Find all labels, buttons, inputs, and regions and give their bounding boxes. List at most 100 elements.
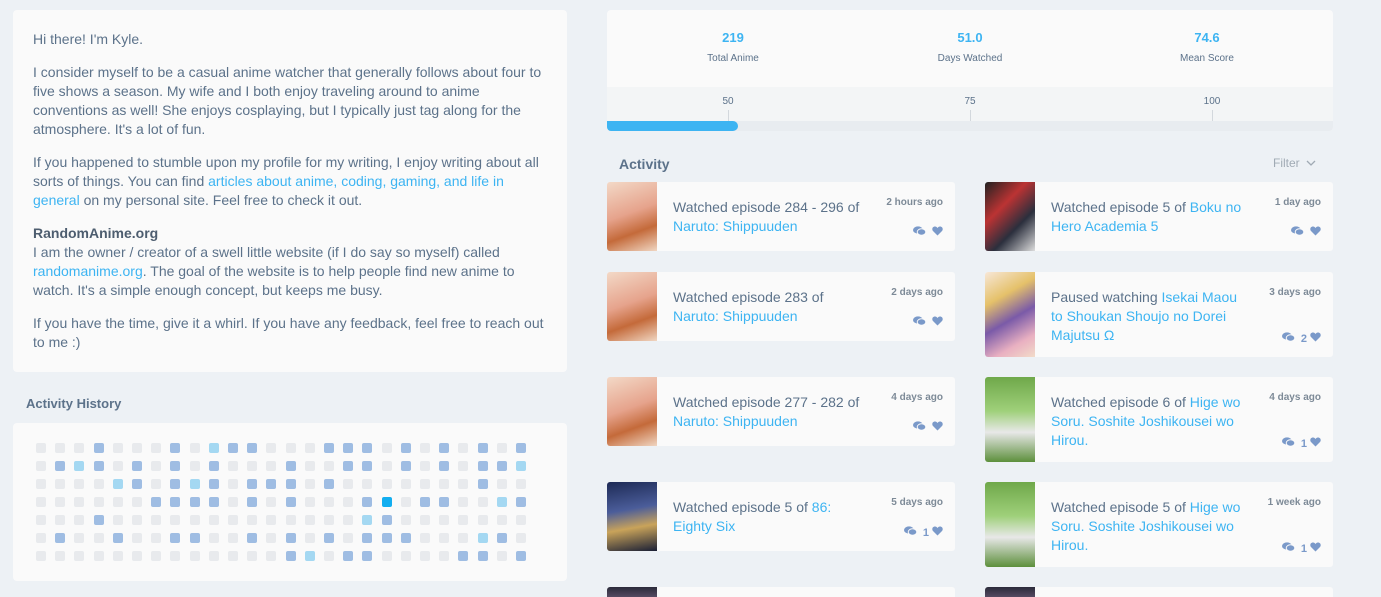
activity-day-cell[interactable] xyxy=(324,497,334,507)
activity-day-cell[interactable] xyxy=(189,479,200,489)
activity-day-cell[interactable] xyxy=(362,551,373,561)
activity-day-cell[interactable] xyxy=(439,551,450,561)
activity-day-cell[interactable] xyxy=(189,443,200,453)
activity-day-cell[interactable] xyxy=(343,479,354,489)
activity-day-cell[interactable] xyxy=(420,479,430,489)
activity-day-cell[interactable] xyxy=(228,533,238,543)
comment-icon[interactable] xyxy=(1281,332,1296,345)
like-button[interactable] xyxy=(932,226,943,239)
activity-day-cell[interactable] xyxy=(477,533,488,543)
activity-day-cell[interactable] xyxy=(189,551,200,561)
activity-day-cell[interactable] xyxy=(496,533,507,543)
activity-day-cell[interactable] xyxy=(439,533,450,543)
comment-icon[interactable] xyxy=(1281,437,1296,450)
activity-day-cell[interactable] xyxy=(247,461,258,471)
activity-day-cell[interactable] xyxy=(74,461,85,471)
activity-day-cell[interactable] xyxy=(151,515,162,525)
activity-day-cell[interactable] xyxy=(93,515,104,525)
activity-day-cell[interactable] xyxy=(132,443,142,453)
activity-day-cell[interactable] xyxy=(477,479,488,489)
activity-day-cell[interactable] xyxy=(477,497,488,507)
anime-cover-image[interactable] xyxy=(607,482,657,551)
activity-day-cell[interactable] xyxy=(132,533,142,543)
like-button[interactable]: 2 xyxy=(1301,332,1321,345)
activity-day-cell[interactable] xyxy=(36,515,46,525)
comment-icon[interactable] xyxy=(913,316,927,329)
activity-day-cell[interactable] xyxy=(362,479,373,489)
activity-day-cell[interactable] xyxy=(439,479,450,489)
activity-day-cell[interactable] xyxy=(420,461,430,471)
activity-day-cell[interactable] xyxy=(228,515,238,525)
activity-day-cell[interactable] xyxy=(132,551,142,561)
activity-day-cell[interactable] xyxy=(458,515,469,525)
activity-day-cell[interactable] xyxy=(343,443,354,453)
activity-day-cell[interactable] xyxy=(74,533,85,543)
activity-day-cell[interactable] xyxy=(208,461,219,471)
activity-day-cell[interactable] xyxy=(189,497,200,507)
activity-day-cell[interactable] xyxy=(228,443,238,453)
activity-day-cell[interactable] xyxy=(36,443,46,453)
comment-icon[interactable] xyxy=(913,226,927,239)
activity-day-cell[interactable] xyxy=(400,497,411,507)
activity-day-cell[interactable] xyxy=(247,533,258,543)
activity-day-cell[interactable] xyxy=(132,461,142,471)
activity-day-cell[interactable] xyxy=(362,497,373,507)
activity-day-cell[interactable] xyxy=(400,461,411,471)
activity-day-cell[interactable] xyxy=(266,551,277,561)
activity-day-cell[interactable] xyxy=(285,533,296,543)
activity-day-cell[interactable] xyxy=(93,443,104,453)
activity-day-cell[interactable] xyxy=(324,533,334,543)
activity-day-cell[interactable] xyxy=(381,461,392,471)
activity-day-cell[interactable] xyxy=(458,461,469,471)
activity-day-cell[interactable] xyxy=(439,515,450,525)
comment-icon[interactable] xyxy=(1281,542,1296,555)
activity-day-cell[interactable] xyxy=(151,443,162,453)
activity-day-cell[interactable] xyxy=(400,533,411,543)
activity-day-cell[interactable] xyxy=(36,497,46,507)
activity-day-cell[interactable] xyxy=(112,551,123,561)
activity-day-cell[interactable] xyxy=(266,515,277,525)
anime-cover-image[interactable] xyxy=(607,182,657,251)
activity-day-cell[interactable] xyxy=(458,497,469,507)
comment-icon[interactable] xyxy=(1291,226,1305,239)
activity-day-cell[interactable] xyxy=(132,497,142,507)
activity-day-cell[interactable] xyxy=(496,461,507,471)
activity-day-cell[interactable] xyxy=(170,551,181,561)
activity-day-cell[interactable] xyxy=(285,515,296,525)
activity-day-cell[interactable] xyxy=(285,551,296,561)
activity-day-cell[interactable] xyxy=(112,461,123,471)
activity-day-cell[interactable] xyxy=(324,551,334,561)
anime-cover-image[interactable] xyxy=(985,587,1035,597)
anime-cover-image[interactable] xyxy=(985,482,1035,567)
activity-day-cell[interactable] xyxy=(324,515,334,525)
anime-title-link[interactable]: Naruto: Shippuuden xyxy=(673,218,798,234)
activity-day-cell[interactable] xyxy=(458,479,469,489)
anime-cover-image[interactable] xyxy=(607,587,657,597)
activity-day-cell[interactable] xyxy=(55,515,66,525)
activity-day-cell[interactable] xyxy=(228,551,238,561)
activity-day-cell[interactable] xyxy=(93,497,104,507)
activity-day-cell[interactable] xyxy=(477,551,488,561)
activity-day-cell[interactable] xyxy=(304,515,315,525)
activity-day-cell[interactable] xyxy=(420,515,430,525)
activity-day-cell[interactable] xyxy=(439,497,450,507)
activity-day-cell[interactable] xyxy=(151,479,162,489)
activity-day-cell[interactable] xyxy=(74,551,85,561)
activity-day-cell[interactable] xyxy=(170,515,181,525)
activity-day-cell[interactable] xyxy=(132,479,142,489)
activity-day-cell[interactable] xyxy=(343,551,354,561)
activity-day-cell[interactable] xyxy=(112,533,123,543)
activity-day-cell[interactable] xyxy=(36,461,46,471)
activity-day-cell[interactable] xyxy=(112,443,123,453)
activity-day-cell[interactable] xyxy=(93,461,104,471)
activity-day-cell[interactable] xyxy=(324,479,334,489)
activity-day-cell[interactable] xyxy=(247,515,258,525)
activity-day-cell[interactable] xyxy=(420,551,430,561)
activity-day-cell[interactable] xyxy=(151,533,162,543)
anime-title-link[interactable]: Naruto: Shippuuden xyxy=(673,308,798,324)
comment-icon[interactable] xyxy=(913,421,927,434)
activity-day-cell[interactable] xyxy=(285,461,296,471)
anime-title-link[interactable]: Naruto: Shippuuden xyxy=(673,413,798,429)
activity-day-cell[interactable] xyxy=(285,443,296,453)
like-button[interactable] xyxy=(932,316,943,329)
